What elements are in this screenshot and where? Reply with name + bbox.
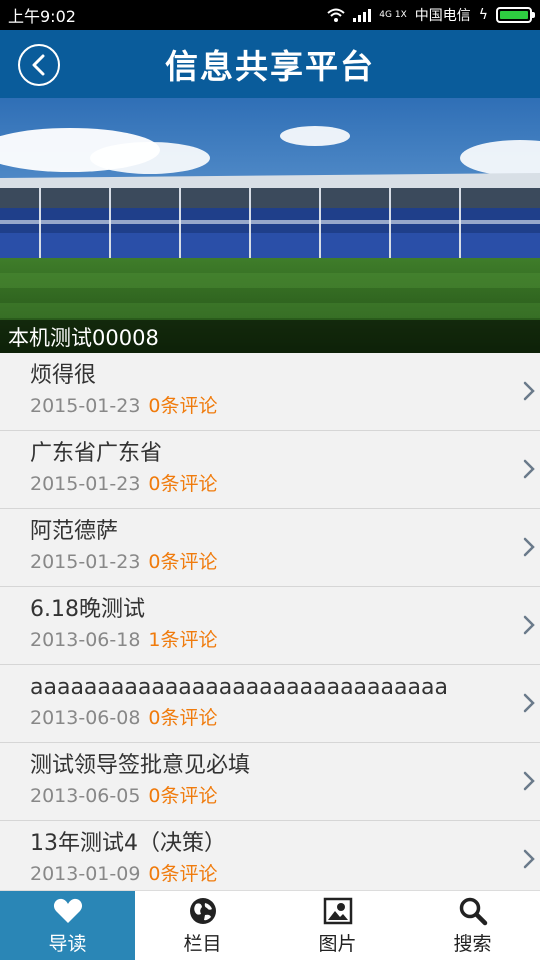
- list-item[interactable]: aaaaaaaaaaaaaaaaaaaaaaaaaaaaaaa 2013-06-…: [0, 665, 540, 743]
- article-date: 2015-01-23: [30, 473, 141, 495]
- chevron-right-icon: [523, 615, 535, 635]
- status-bar: 上午9:02 4G 1X 中国电信 ϟ: [0, 0, 540, 30]
- tab-columns[interactable]: 栏目: [135, 891, 270, 960]
- status-icons: 4G 1X 中国电信 ϟ: [327, 5, 535, 25]
- article-date: 2013-06-08: [30, 707, 141, 729]
- battery-icon: [496, 7, 535, 23]
- tab-guide[interactable]: 导读: [0, 891, 135, 960]
- article-date: 2013-06-18: [30, 629, 141, 651]
- tab-label: 导读: [48, 933, 87, 955]
- globe-icon: [189, 898, 216, 924]
- article-title: 广东省广东省: [30, 441, 163, 466]
- article-date: 2015-01-23: [30, 551, 141, 573]
- chevron-right-icon: [523, 693, 535, 713]
- picture-icon: [323, 897, 352, 925]
- tab-pictures[interactable]: 图片: [270, 891, 405, 960]
- article-title: 阿范德萨: [30, 519, 119, 544]
- comment-count: 0条评论: [148, 551, 218, 573]
- chevron-right-icon: [523, 537, 535, 557]
- comment-count: 0条评论: [148, 785, 218, 807]
- status-time: 上午9:02: [8, 7, 76, 26]
- list-item[interactable]: 烦得很 2015-01-23 0条评论: [0, 353, 540, 431]
- tab-label: 图片: [318, 933, 357, 955]
- article-list[interactable]: 烦得很 2015-01-23 0条评论 广东省广东省 2015-01-23 0条评论…: [0, 353, 540, 890]
- carrier-name: 中国电信: [414, 8, 471, 24]
- page-title: 信息共享平台: [165, 47, 375, 86]
- article-title: 烦得很: [30, 363, 97, 388]
- chevron-right-icon: [523, 771, 535, 791]
- article-title: aaaaaaaaaaaaaaaaaaaaaaaaaaaaaaa: [30, 675, 448, 700]
- article-title: 6.18晚测试: [30, 597, 145, 622]
- comment-count: 0条评论: [148, 473, 218, 495]
- tab-label: 栏目: [183, 933, 222, 955]
- charging-icon: ϟ: [478, 7, 488, 23]
- banner-caption: 本机测试00008: [0, 320, 540, 353]
- list-item[interactable]: 测试领导签批意见必填 2013-06-05 0条评论: [0, 743, 540, 821]
- article-date: 2013-01-09: [30, 863, 141, 885]
- chevron-right-icon: [523, 459, 535, 479]
- heart-icon: [53, 898, 82, 923]
- list-item[interactable]: 13年测试4（决策） 2013-01-09 0条评论: [0, 821, 540, 890]
- wifi-icon: [327, 8, 345, 22]
- featured-banner[interactable]: 本机测试00008: [0, 98, 540, 353]
- signal-icon: [353, 8, 372, 22]
- chevron-right-icon: [523, 381, 535, 401]
- comment-count: 0条评论: [148, 863, 218, 885]
- tab-label: 搜索: [453, 933, 492, 955]
- app-header: 信息共享平台: [0, 30, 540, 98]
- back-button[interactable]: [18, 44, 60, 86]
- list-item[interactable]: 阿范德萨 2015-01-23 0条评论: [0, 509, 540, 587]
- search-icon: [459, 897, 487, 926]
- article-title: 测试领导签批意见必填: [30, 753, 251, 778]
- article-title: 13年测试4（决策）: [30, 831, 226, 856]
- chevron-right-icon: [523, 849, 535, 869]
- tab-search[interactable]: 搜索: [405, 891, 540, 960]
- list-item[interactable]: 广东省广东省 2015-01-23 0条评论: [0, 431, 540, 509]
- comment-count: 0条评论: [148, 395, 218, 417]
- bottom-tab-bar: 导读 栏目 图片 搜索: [0, 890, 540, 960]
- article-date: 2015-01-23: [30, 395, 141, 417]
- comment-count: 0条评论: [148, 707, 218, 729]
- article-date: 2013-06-05: [30, 785, 141, 807]
- chevron-left-icon: [32, 54, 45, 76]
- network-type: 4G 1X: [379, 10, 407, 20]
- comment-count: 1条评论: [148, 629, 218, 651]
- list-item[interactable]: 6.18晚测试 2013-06-18 1条评论: [0, 587, 540, 665]
- stadium-image: [0, 98, 540, 353]
